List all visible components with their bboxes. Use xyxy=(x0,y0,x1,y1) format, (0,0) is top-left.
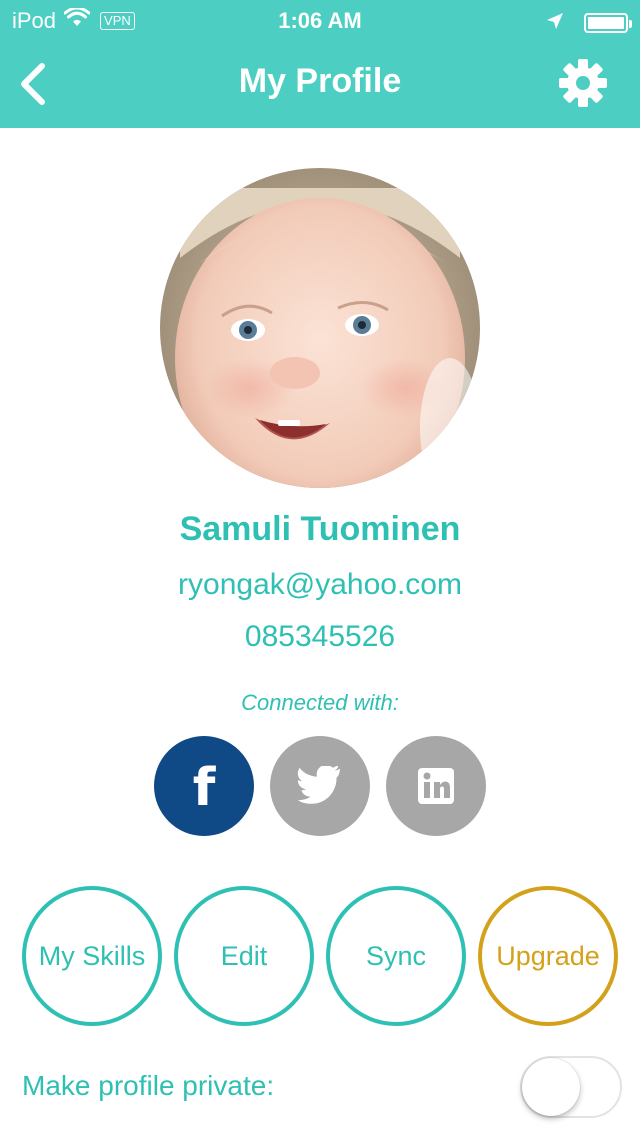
settings-button[interactable] xyxy=(558,58,608,108)
avatar-photo xyxy=(160,168,480,488)
upgrade-button[interactable]: Upgrade xyxy=(478,886,618,1026)
private-profile-toggle[interactable] xyxy=(520,1056,622,1118)
private-profile-label: Make profile private: xyxy=(22,1070,275,1101)
avatar[interactable] xyxy=(160,168,480,488)
edit-button[interactable]: Edit xyxy=(174,886,314,1026)
status-bar: iPod VPN 1:06 AM xyxy=(0,0,640,40)
sync-button[interactable]: Sync xyxy=(326,886,466,1026)
status-right xyxy=(546,10,632,36)
nav-bar: My Profile xyxy=(0,40,640,128)
facebook-icon: f xyxy=(192,758,216,818)
profile-phone: 085345526 xyxy=(244,620,396,653)
connected-label: Connected with: xyxy=(241,690,399,715)
location-arrow-icon xyxy=(546,10,564,36)
linkedin-icon xyxy=(418,768,454,804)
status-time: 1:06 AM xyxy=(278,8,362,33)
linkedin-button[interactable] xyxy=(386,736,486,836)
twitter-icon xyxy=(297,766,341,804)
my-skills-button[interactable]: My Skills xyxy=(22,886,162,1026)
gear-icon xyxy=(559,59,607,107)
page-title: My Profile xyxy=(238,62,402,100)
profile-screen: iPod VPN 1:06 AM My Profile Samuli Tuomi… xyxy=(0,0,640,1136)
battery-level xyxy=(588,17,624,29)
profile-email: ryongak@yahoo.com xyxy=(178,568,462,601)
facebook-button[interactable]: f xyxy=(154,736,254,836)
header: iPod VPN 1:06 AM My Profile xyxy=(0,0,640,128)
battery-icon xyxy=(584,13,632,33)
profile-name: Samuli Tuominen xyxy=(179,510,461,548)
twitter-button[interactable] xyxy=(270,736,370,836)
toggle-knob xyxy=(522,1058,580,1116)
